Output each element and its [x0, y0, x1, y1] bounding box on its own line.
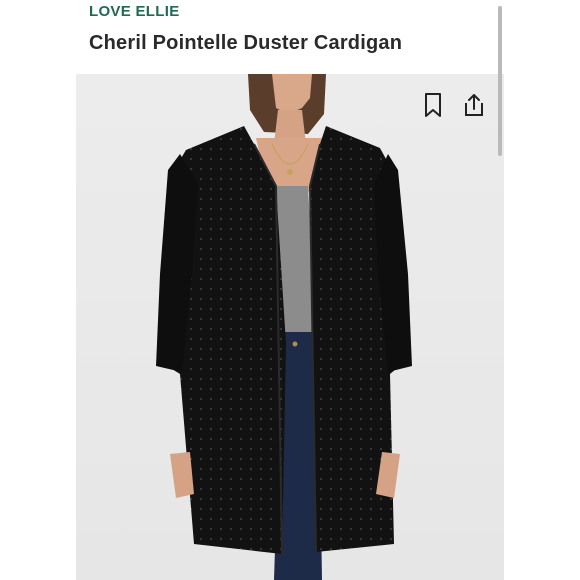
left-hand	[170, 452, 194, 498]
product-header: LOVE ELLIE Cheril Pointelle Duster Cardi…	[76, 0, 504, 74]
jeans-button	[292, 341, 298, 347]
product-image[interactable]	[76, 74, 504, 580]
brand-name[interactable]: LOVE ELLIE	[89, 3, 180, 20]
product-title: Cheril Pointelle Duster Cardigan	[89, 32, 403, 54]
product-view: LOVE ELLIE Cheril Pointelle Duster Cardi…	[76, 0, 504, 580]
share-icon[interactable]	[462, 92, 486, 118]
bookmark-icon[interactable]	[421, 92, 445, 118]
pendant	[287, 169, 293, 175]
scrollbar[interactable]	[498, 6, 502, 156]
model-illustration	[156, 74, 412, 580]
